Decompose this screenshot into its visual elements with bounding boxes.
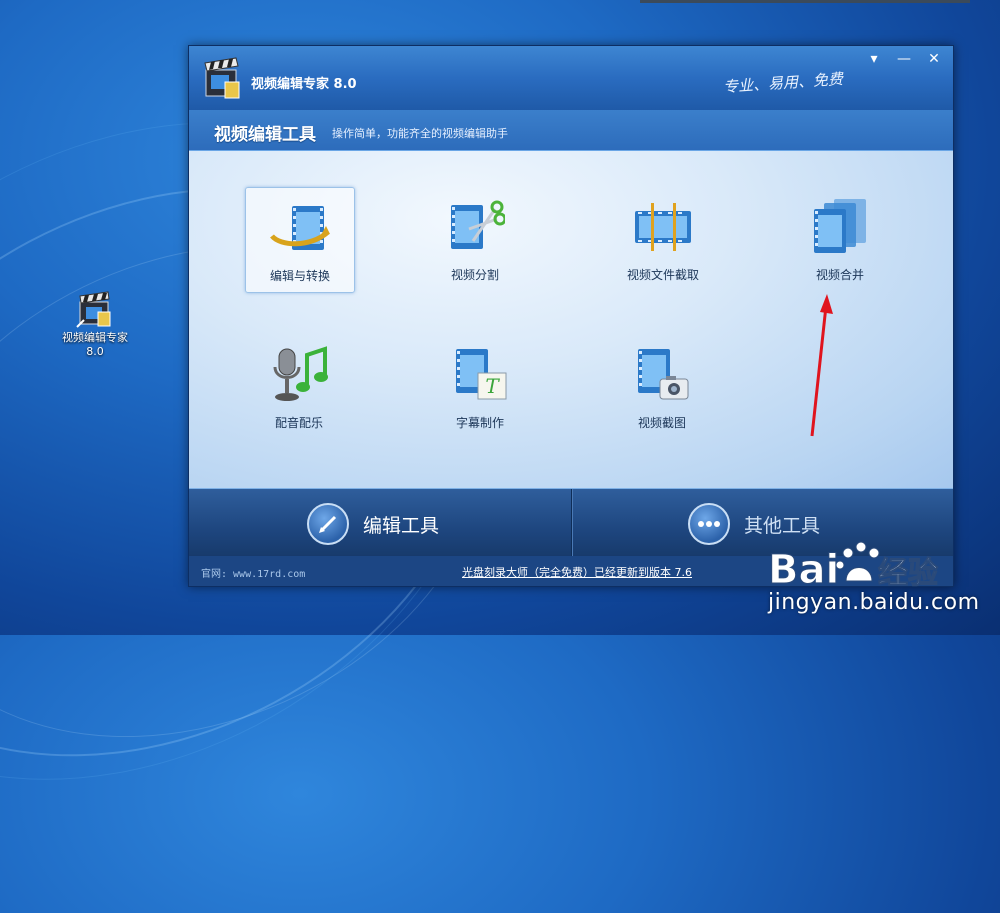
title-bar[interactable]: 视频编辑专家 8.0 专业、易用、免费 ▾ — ✕: [189, 46, 953, 110]
tool-label: 视频文件截取: [626, 268, 699, 282]
tool-merge[interactable]: 视频合并: [786, 187, 894, 291]
close-button[interactable]: ✕: [924, 50, 944, 68]
app-logo-icon: [203, 56, 241, 100]
svg-text:Bai: Bai: [768, 547, 839, 593]
baidu-jingyan-watermark-logo: Bai 经验: [768, 541, 939, 594]
section-title: 视频编辑工具: [214, 125, 316, 145]
section-header: 视频编辑工具 操作简单，功能齐全的视频编辑助手: [189, 110, 953, 151]
more-dots-icon: [688, 503, 730, 545]
official-site-text: 官网: www.17rd.com: [201, 569, 306, 580]
film-subtitle-icon: T: [450, 345, 510, 405]
red-arrow-annotation: [810, 294, 833, 437]
menu-button[interactable]: ▾: [864, 50, 884, 68]
film-edit-convert-icon: [270, 198, 330, 258]
tool-label: 字幕制作: [455, 416, 504, 430]
tool-label: 视频分割: [450, 268, 499, 282]
tool-trim[interactable]: 视频文件截取: [609, 187, 717, 291]
svg-text:T: T: [485, 374, 500, 398]
tab-edit-tools[interactable]: 编辑工具: [189, 489, 570, 557]
watermark-url: jingyan.baidu.com: [768, 590, 980, 615]
desktop-shortcut-video-editor[interactable]: 视频编辑专家 8.0: [62, 290, 128, 359]
pen-icon: [307, 503, 349, 545]
section-description: 操作简单，功能齐全的视频编辑助手: [332, 127, 508, 140]
minimize-button[interactable]: —: [894, 50, 914, 68]
svg-text:经验: 经验: [878, 556, 938, 591]
tool-subtitle[interactable]: T 字幕制作: [426, 335, 534, 439]
tool-screenshot[interactable]: 视频截图: [608, 335, 716, 439]
window-title: 视频编辑专家 8.0: [251, 77, 357, 92]
tool-label: 配音配乐: [274, 416, 323, 430]
film-camera-icon: [632, 345, 692, 405]
tool-label: 视频合并: [815, 268, 864, 282]
desktop-shortcut-label: 视频编辑专家 8.0: [62, 331, 128, 358]
microphone-music-icon: [269, 345, 329, 405]
slogan-text: 专业、易用、免费: [722, 69, 844, 97]
tool-label: 编辑与转换: [269, 269, 330, 283]
tool-label: 视频截图: [637, 416, 686, 430]
film-scissors-icon: [445, 197, 507, 257]
film-merge-icon: [810, 197, 870, 257]
update-link[interactable]: 光盘刻录大师（完全免费）已经更新到版本 7.6: [462, 564, 692, 580]
film-trim-icon: [633, 197, 693, 257]
tool-edit-convert[interactable]: 编辑与转换: [245, 187, 355, 293]
tool-split[interactable]: 视频分割: [421, 187, 529, 291]
tab-label: 编辑工具: [363, 515, 440, 537]
clapperboard-icon: [76, 290, 114, 328]
background-window-edge: [640, 0, 970, 3]
tool-dubbing-music[interactable]: 配音配乐: [245, 335, 353, 439]
